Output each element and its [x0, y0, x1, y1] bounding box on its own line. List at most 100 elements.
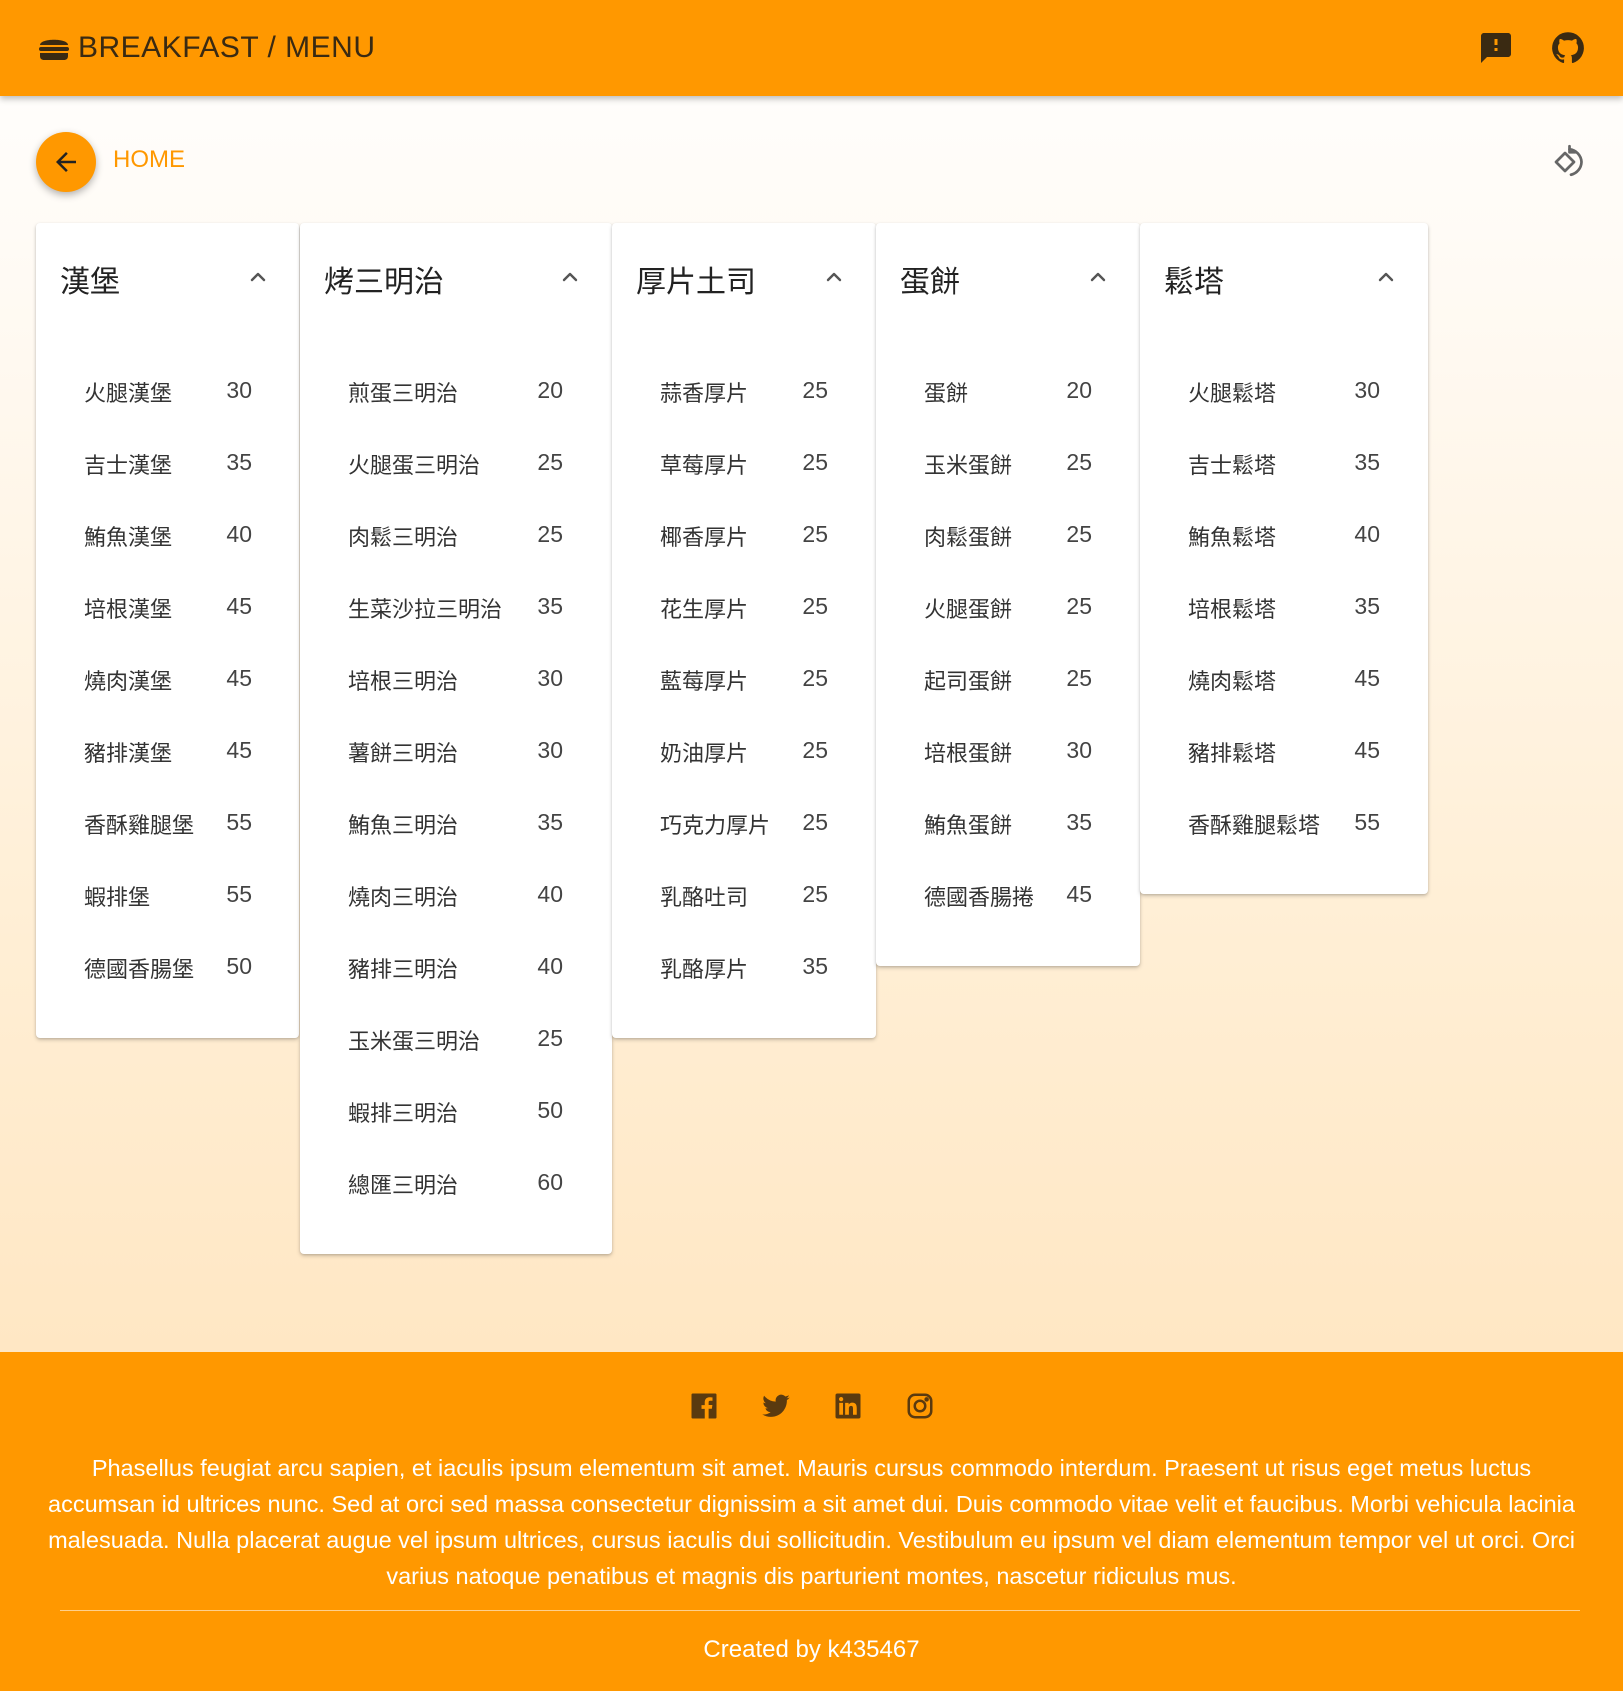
category-title: 蛋餅: [900, 265, 960, 300]
back-button[interactable]: [36, 132, 96, 192]
menu-item[interactable]: 總匯三明治 60: [348, 1168, 563, 1208]
chevron-up-icon[interactable]: [822, 265, 846, 289]
menu-item-price: 25: [802, 593, 828, 619]
menu-item[interactable]: 鮪魚蛋餅 35: [924, 808, 1092, 848]
menu-item-name: 豬排三明治: [348, 958, 459, 983]
menu-item-price: 20: [1066, 377, 1092, 403]
menu-item[interactable]: 吉士鬆塔 35: [1188, 448, 1380, 488]
menu-item-price: 50: [537, 1097, 563, 1123]
menu-item-name: 鮪魚鬆塔: [1188, 526, 1277, 551]
menu-item-price: 25: [802, 521, 828, 547]
menu-item[interactable]: 蝦排三明治 50: [348, 1096, 563, 1136]
menu-item-name: 巧克力厚片: [660, 814, 771, 839]
hamburger-icon: [39, 39, 69, 60]
social-links: [0, 1390, 1623, 1422]
menu-item[interactable]: 豬排三明治 40: [348, 952, 563, 992]
menu-item[interactable]: 培根漢堡 45: [84, 592, 252, 632]
menu-item[interactable]: 火腿蛋三明治 25: [348, 448, 563, 488]
menu-item-name: 豬排漢堡: [84, 742, 173, 767]
menu-item-name: 蒜香厚片: [660, 382, 749, 407]
menu-item[interactable]: 鮪魚鬆塔 40: [1188, 520, 1380, 560]
menu-item-price: 30: [537, 737, 563, 763]
menu-item[interactable]: 鮪魚漢堡 40: [84, 520, 252, 560]
footer-divider: [60, 1610, 1580, 1611]
menu-item[interactable]: 椰香厚片 25: [660, 520, 828, 560]
breadcrumb-home[interactable]: HOME: [113, 146, 185, 174]
menu-item[interactable]: 培根三明治 30: [348, 664, 563, 704]
menu-item[interactable]: 肉鬆三明治 25: [348, 520, 563, 560]
menu-item[interactable]: 煎蛋三明治 20: [348, 376, 563, 416]
menu-item[interactable]: 火腿漢堡 30: [84, 376, 252, 416]
chevron-up-icon[interactable]: [558, 265, 582, 289]
chevron-up-icon[interactable]: [1374, 265, 1398, 289]
menu-item-price: 20: [537, 377, 563, 403]
menu-item[interactable]: 花生厚片 25: [660, 592, 828, 632]
menu-item[interactable]: 香酥雞腿堡 55: [84, 808, 252, 848]
rotate-button[interactable]: [1548, 142, 1588, 182]
menu-item-price: 55: [226, 881, 252, 907]
menu-item[interactable]: 玉米蛋三明治 25: [348, 1024, 563, 1064]
menu-item-name: 培根三明治: [348, 670, 459, 695]
menu-item-price: 40: [1354, 521, 1380, 547]
menu-item[interactable]: 奶油厚片 25: [660, 736, 828, 776]
menu-item[interactable]: 生菜沙拉三明治 35: [348, 592, 563, 632]
menu-item-name: 培根漢堡: [84, 598, 173, 623]
menu-item[interactable]: 火腿蛋餅 25: [924, 592, 1092, 632]
menu-item-name: 鮪魚三明治: [348, 814, 459, 839]
menu-item-name: 培根鬆塔: [1188, 598, 1277, 623]
menu-item[interactable]: 德國香腸堡 50: [84, 952, 252, 992]
menu-item[interactable]: 乳酪厚片 35: [660, 952, 828, 992]
category-title: 鬆塔: [1164, 265, 1224, 300]
menu-item-name: 燒肉三明治: [348, 886, 459, 911]
facebook-icon[interactable]: [688, 1390, 720, 1422]
menu-item[interactable]: 起司蛋餅 25: [924, 664, 1092, 704]
menu-item[interactable]: 蛋餅 20: [924, 376, 1092, 416]
menu-item-price: 35: [1354, 593, 1380, 619]
menu-item-price: 45: [1354, 665, 1380, 691]
category-header[interactable]: 鬆塔: [1140, 223, 1428, 313]
menu-item[interactable]: 藍莓厚片 25: [660, 664, 828, 704]
menu-item[interactable]: 培根鬆塔 35: [1188, 592, 1380, 632]
menu-item[interactable]: 薯餅三明治 30: [348, 736, 563, 776]
category-header[interactable]: 蛋餅: [876, 223, 1140, 313]
menu-item[interactable]: 蒜香厚片 25: [660, 376, 828, 416]
menu-item[interactable]: 燒肉漢堡 45: [84, 664, 252, 704]
menu-item[interactable]: 草莓厚片 25: [660, 448, 828, 488]
menu-item[interactable]: 香酥雞腿鬆塔 55: [1188, 808, 1380, 848]
menu-item-price: 25: [802, 881, 828, 907]
menu-item-price: 45: [226, 593, 252, 619]
category-title: 漢堡: [60, 265, 120, 300]
menu-item[interactable]: 德國香腸捲 45: [924, 880, 1092, 920]
category-header[interactable]: 漢堡: [36, 223, 299, 313]
menu-item-name: 鮪魚蛋餅: [924, 814, 1013, 839]
twitter-icon[interactable]: [760, 1390, 792, 1422]
menu-item[interactable]: 豬排漢堡 45: [84, 736, 252, 776]
category-header[interactable]: 烤三明治: [300, 223, 612, 313]
menu-item[interactable]: 蝦排堡 55: [84, 880, 252, 920]
linkedin-icon[interactable]: [832, 1390, 864, 1422]
chevron-up-icon[interactable]: [246, 265, 270, 289]
chevron-up-icon[interactable]: [1086, 265, 1110, 289]
menu-item[interactable]: 火腿鬆塔 30: [1188, 376, 1380, 416]
menu-item-price: 25: [1066, 593, 1092, 619]
github-icon[interactable]: [1548, 28, 1588, 68]
feedback-icon[interactable]: [1476, 28, 1516, 68]
menu-item[interactable]: 乳酪吐司 25: [660, 880, 828, 920]
instagram-icon[interactable]: [904, 1390, 936, 1422]
menu-item[interactable]: 豬排鬆塔 45: [1188, 736, 1380, 776]
menu-item-name: 鮪魚漢堡: [84, 526, 173, 551]
menu-item-price: 25: [1066, 449, 1092, 475]
menu-item[interactable]: 肉鬆蛋餅 25: [924, 520, 1092, 560]
menu-item-name: 吉士漢堡: [84, 454, 173, 479]
menu-item-name: 培根蛋餅: [924, 742, 1013, 767]
menu-item-price: 40: [537, 881, 563, 907]
menu-item[interactable]: 燒肉三明治 40: [348, 880, 563, 920]
menu-item[interactable]: 巧克力厚片 25: [660, 808, 828, 848]
menu-item[interactable]: 燒肉鬆塔 45: [1188, 664, 1380, 704]
menu-item[interactable]: 玉米蛋餅 25: [924, 448, 1092, 488]
menu-item[interactable]: 鮪魚三明治 35: [348, 808, 563, 848]
category-header[interactable]: 厚片土司: [612, 223, 876, 313]
menu-item[interactable]: 吉士漢堡 35: [84, 448, 252, 488]
menu-item-name: 總匯三明治: [348, 1174, 459, 1199]
menu-item[interactable]: 培根蛋餅 30: [924, 736, 1092, 776]
